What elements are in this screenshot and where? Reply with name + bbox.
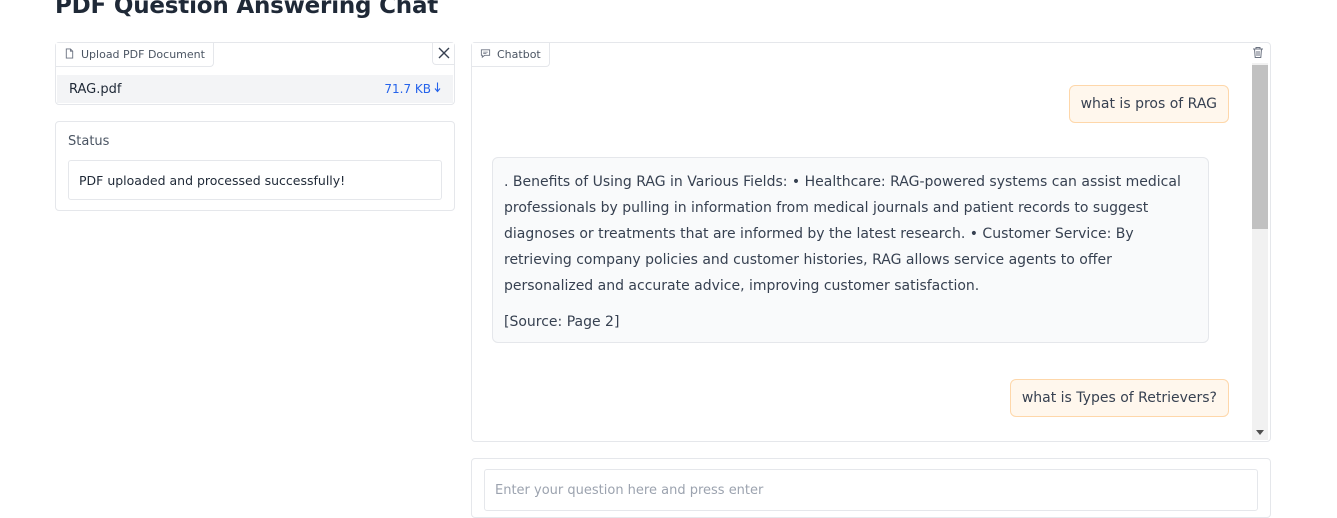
file-size: 71.7 KB	[384, 82, 431, 96]
clear-chat-button[interactable]	[1250, 45, 1266, 61]
chatbot-label-text: Chatbot	[497, 48, 541, 61]
file-icon	[64, 47, 75, 62]
upload-label: Upload PDF Document	[56, 43, 214, 67]
chatbot-label: Chatbot	[472, 43, 550, 67]
close-button[interactable]	[432, 43, 454, 65]
download-arrow-icon	[434, 82, 441, 96]
status-label: Status	[68, 134, 110, 149]
trash-icon	[1252, 44, 1264, 63]
status-panel: Status PDF uploaded and processed succes…	[55, 121, 455, 211]
question-input[interactable]	[484, 469, 1258, 511]
bot-message: . Benefits of Using RAG in Various Field…	[492, 157, 1209, 343]
close-icon	[438, 44, 450, 63]
upload-panel[interactable]: Upload PDF Document RAG.pdf 71.7 KB	[55, 42, 455, 105]
user-message: what is pros of RAG	[1068, 85, 1229, 123]
chat-scrollbar-thumb[interactable]	[1252, 65, 1268, 229]
file-row: RAG.pdf 71.7 KB	[57, 75, 453, 103]
question-input-panel	[471, 458, 1271, 518]
file-download-link[interactable]: 71.7 KB	[384, 82, 441, 96]
page-title: PDF Question Answering Chat	[55, 0, 439, 19]
bot-message-source: [Source: Page 2]	[504, 314, 620, 330]
chat-icon	[480, 48, 491, 62]
user-message: what is Types of Retrievers?	[1009, 379, 1229, 417]
chatbot-panel[interactable]: Chatbot what is pros of RAG . Benefits o…	[471, 42, 1271, 442]
bot-message-text: . Benefits of Using RAG in Various Field…	[504, 174, 1181, 294]
upload-label-text: Upload PDF Document	[81, 48, 205, 61]
scroll-down-arrow-icon[interactable]	[1256, 430, 1264, 435]
file-name: RAG.pdf	[69, 81, 122, 97]
status-textbox[interactable]: PDF uploaded and processed successfully!	[68, 160, 442, 200]
